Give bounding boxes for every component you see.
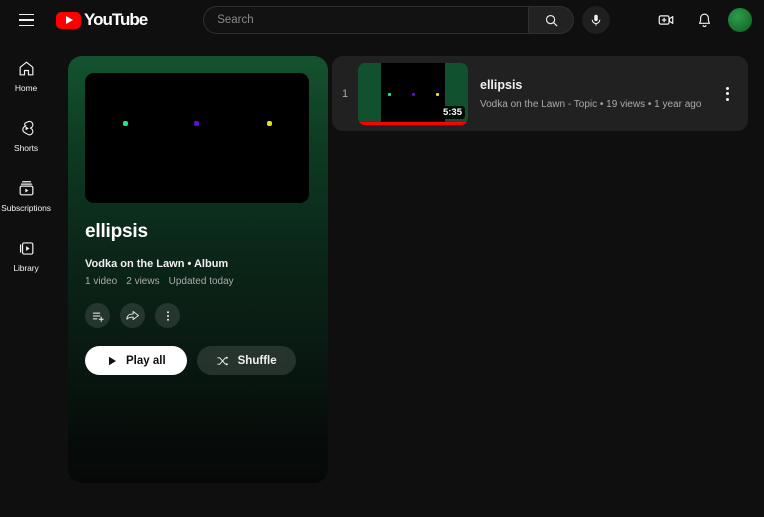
sidebar: Home Shorts Subscriptions Library <box>0 40 52 517</box>
shuffle-label: Shuffle <box>237 354 277 367</box>
library-icon <box>19 242 33 255</box>
thumbnail-dot <box>194 121 199 126</box>
thumbnail-dot <box>267 121 272 126</box>
shorts-icon <box>21 120 33 136</box>
top-bar: YouTube <box>0 0 764 40</box>
search-icon <box>545 14 558 26</box>
playlist-add-icon <box>92 312 104 322</box>
main-content: ellipsis Vodka on the Lawn • Album 1 vid… <box>52 40 764 517</box>
search-box[interactable] <box>203 6 529 34</box>
share-button[interactable] <box>120 303 145 328</box>
sidebar-item-subscriptions[interactable]: Subscriptions <box>0 168 52 224</box>
avatar[interactable] <box>728 8 752 32</box>
sidebar-item-label: Home <box>14 83 38 93</box>
play-all-button[interactable]: Play all <box>85 346 187 375</box>
sidebar-item-home[interactable]: Home <box>0 48 52 104</box>
thumbnail-dot <box>388 92 391 96</box>
video-duration: 5:35 <box>439 105 465 119</box>
share-arrow-icon <box>126 310 139 321</box>
subscriptions-icon <box>19 181 33 196</box>
sidebar-item-label: Library <box>13 263 39 273</box>
youtube-logo-icon <box>56 11 81 29</box>
playlist-owner[interactable]: Vodka on the Lawn • Album <box>85 258 311 270</box>
video-index: 1 <box>341 87 349 100</box>
video-title[interactable]: ellipsis <box>480 78 714 92</box>
bell-icon <box>698 13 710 27</box>
top-right-actions <box>652 6 752 34</box>
playlist-view-count: 2 views <box>126 276 160 287</box>
hamburger-line <box>18 13 34 16</box>
notifications-button[interactable] <box>690 6 718 34</box>
sidebar-item-shorts[interactable]: Shorts <box>0 108 52 164</box>
playlist-hero-card: ellipsis Vodka on the Lawn • Album 1 vid… <box>68 56 328 483</box>
hamburger-line <box>18 24 34 27</box>
video-list: 1 5:35 ellipsis Vodka on the Lawn - Topi… <box>332 56 748 131</box>
more-vertical-icon <box>166 310 169 321</box>
video-more-actions-button[interactable] <box>714 74 740 114</box>
save-to-library-button[interactable] <box>85 303 110 328</box>
table-row[interactable]: 1 5:35 ellipsis Vodka on the Lawn - Topi… <box>332 56 748 131</box>
video-thumbnail[interactable]: 5:35 <box>358 62 468 125</box>
more-vertical-icon <box>725 92 729 95</box>
play-triangle-icon <box>109 356 116 365</box>
thumbnail-pillarbox-left <box>358 62 381 125</box>
shuffle-icon <box>216 356 228 365</box>
voice-search-button[interactable] <box>582 6 611 34</box>
video-metadata: Vodka on the Lawn - Topic • 19 views • 1… <box>480 98 702 110</box>
youtube-logo[interactable]: YouTube <box>56 10 148 30</box>
search-button[interactable] <box>528 6 575 34</box>
search-area <box>203 6 611 34</box>
sidebar-item-library[interactable]: Library <box>0 228 52 284</box>
sidebar-item-label: Shorts <box>14 143 38 153</box>
thumbnail-dot <box>436 92 439 96</box>
playlist-action-buttons <box>85 303 311 328</box>
playlist-stats: 1 video 2 views Updated today <box>85 276 311 287</box>
thumbnail-dot <box>123 121 128 126</box>
play-all-label: Play all <box>126 354 166 367</box>
create-video-icon <box>658 15 674 25</box>
hamburger-menu-icon[interactable] <box>10 4 42 36</box>
watch-progress-bar <box>358 121 468 125</box>
playlist-thumbnail[interactable] <box>85 73 309 203</box>
create-button[interactable] <box>652 6 680 34</box>
more-vertical-icon <box>725 97 729 101</box>
video-info: ellipsis Vodka on the Lawn - Topic • 19 … <box>480 78 714 110</box>
home-icon <box>19 61 33 76</box>
playlist-play-buttons: Play all Shuffle <box>85 346 311 375</box>
shuffle-button[interactable]: Shuffle <box>196 346 296 375</box>
playlist-updated: Updated today <box>168 276 234 287</box>
more-vertical-icon <box>725 86 729 90</box>
youtube-logo-text: YouTube <box>84 10 148 29</box>
playlist-title: ellipsis <box>85 221 148 242</box>
microphone-icon <box>591 14 601 26</box>
sidebar-item-label: Subscriptions <box>1 203 51 213</box>
search-input[interactable] <box>217 14 529 26</box>
hamburger-line <box>18 19 34 21</box>
playlist-video-count: 1 video <box>85 276 118 287</box>
more-actions-button[interactable] <box>155 303 180 328</box>
thumbnail-dot <box>412 92 415 96</box>
